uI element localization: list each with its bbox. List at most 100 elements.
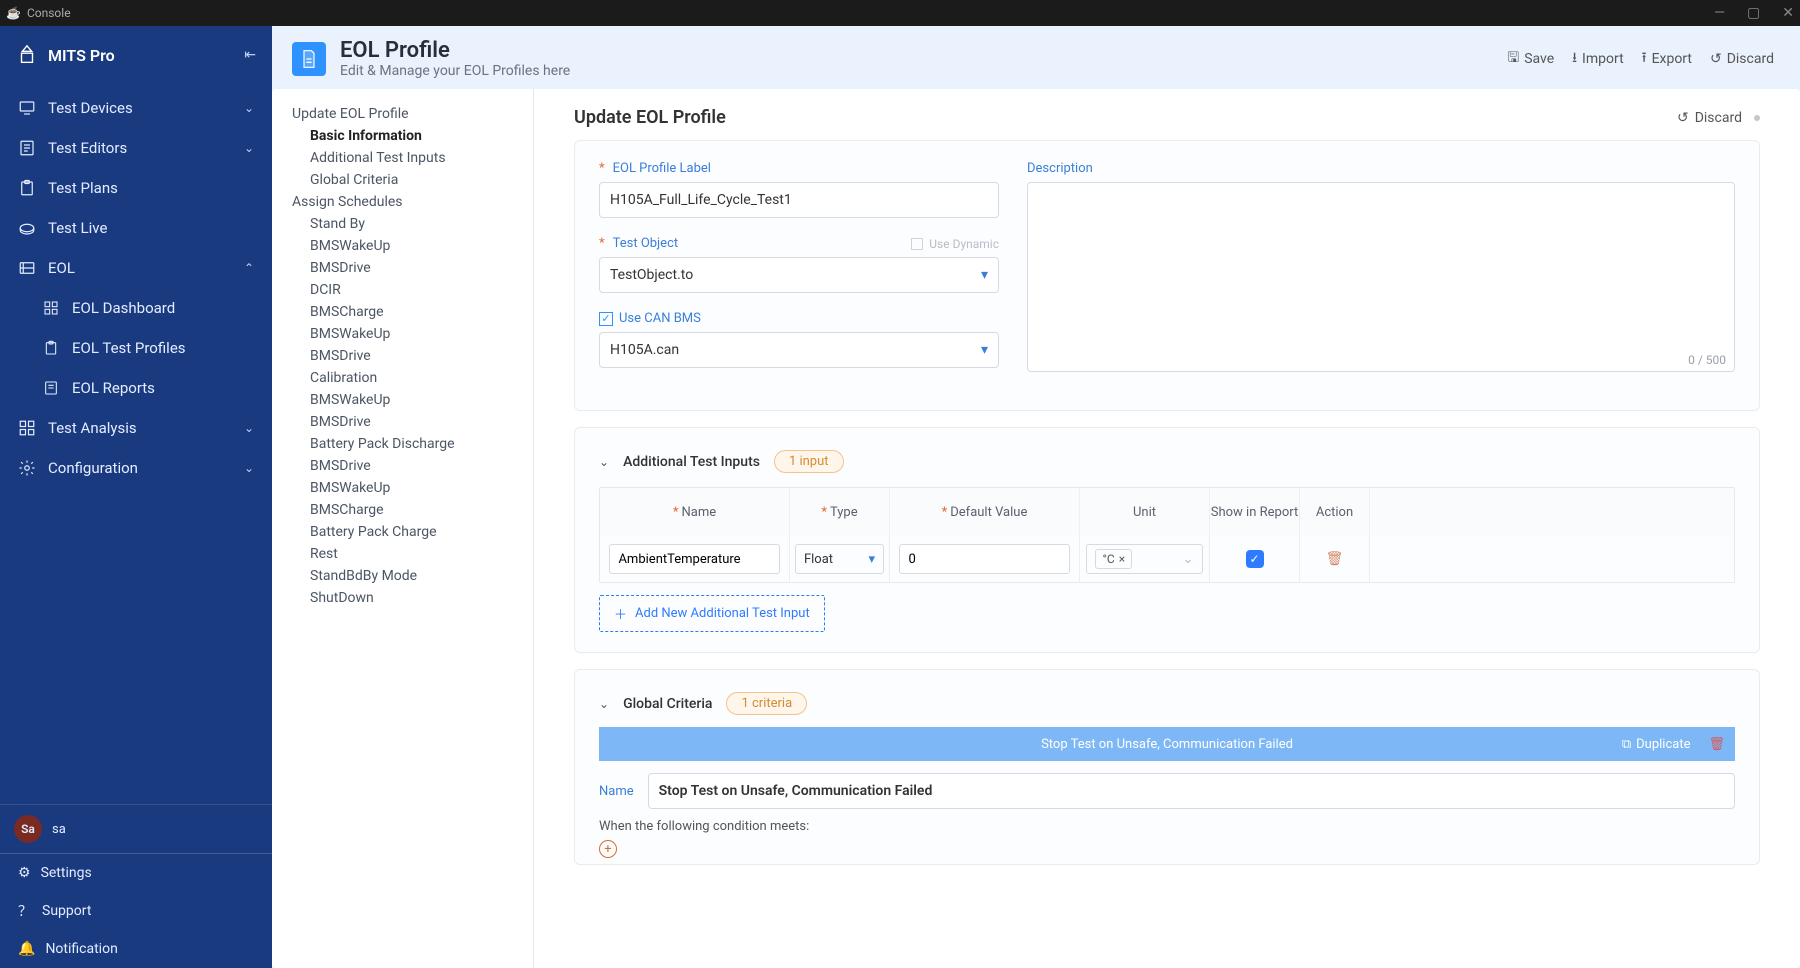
brand-name: MITS Pro xyxy=(48,46,115,65)
outline-item[interactable]: BMSWakeUp xyxy=(292,389,525,411)
outline-item[interactable]: BMSDrive xyxy=(292,257,525,279)
sidebar-footer: ⚙Settings ？Support 🔔Notification xyxy=(0,853,272,968)
footer-support[interactable]: ？Support xyxy=(0,892,272,930)
row-show-checkbox[interactable]: ✓ xyxy=(1246,550,1264,568)
outline-item[interactable]: Rest xyxy=(292,543,525,565)
label-description: Description xyxy=(1027,161,1735,176)
sidebar-item-eol-dashboard[interactable]: EOL Dashboard xyxy=(0,288,272,328)
sidebar-item-eol-test-profiles[interactable]: EOL Test Profiles xyxy=(0,328,272,368)
outline-item[interactable]: Calibration xyxy=(292,367,525,389)
chevron-down-icon: ⌄ xyxy=(244,141,254,155)
additional-inputs-section: ⌄ Additional Test Inputs 1 input Name Ty… xyxy=(574,427,1760,653)
chevron-down-icon: ⌄ xyxy=(244,421,254,435)
row-name-input[interactable] xyxy=(609,544,779,574)
editors-icon xyxy=(18,139,36,157)
row-type-select[interactable]: Float▾ xyxy=(795,544,884,574)
sidebar-item-test-devices[interactable]: Test Devices ⌄ xyxy=(0,88,272,128)
outline-item[interactable]: Battery Pack Discharge xyxy=(292,433,525,455)
devices-icon xyxy=(18,99,36,117)
import-button[interactable]: ⭳Import xyxy=(1572,47,1624,71)
use-dynamic-toggle[interactable]: Use Dynamic xyxy=(911,237,999,251)
global-criteria-section: ⌄ Global Criteria 1 criteria Stop Test o… xyxy=(574,669,1760,865)
outline-item[interactable]: BMSDrive xyxy=(292,455,525,477)
outline-item[interactable]: Battery Pack Charge xyxy=(292,521,525,543)
criteria-condition-text: When the following condition meets: xyxy=(599,819,1735,834)
outline-item[interactable]: Basic Information xyxy=(292,125,525,147)
outline-item[interactable]: BMSWakeUp xyxy=(292,477,525,499)
eol-profile-label-input[interactable] xyxy=(599,182,999,218)
outline-heading[interactable]: Assign Schedules xyxy=(292,191,525,213)
outline-item[interactable]: Additional Test Inputs xyxy=(292,147,525,169)
criteria-name-input[interactable] xyxy=(648,773,1735,809)
page-icon xyxy=(292,42,326,76)
add-additional-input-button[interactable]: ＋Add New Additional Test Input xyxy=(599,595,825,632)
collapse-sidebar-icon[interactable]: ⇤ xyxy=(244,47,256,63)
footer-notification[interactable]: 🔔Notification xyxy=(0,930,272,968)
gear-icon: ⚙ xyxy=(18,865,31,881)
chevron-down-icon[interactable]: ⌄ xyxy=(599,697,609,711)
sidebar-item-test-live[interactable]: Test Live xyxy=(0,208,272,248)
sidebar-item-eol[interactable]: EOL ⌃ xyxy=(0,248,272,288)
caret-down-icon: ⌄ xyxy=(1183,552,1194,567)
page-header: EOL Profile Edit & Manage your EOL Profi… xyxy=(272,26,1800,89)
maximize-icon[interactable]: ▢ xyxy=(1747,5,1760,21)
plus-icon: ＋ xyxy=(614,604,627,623)
chevron-down-icon[interactable]: ⌄ xyxy=(599,455,609,469)
use-can-bms-checkbox[interactable]: ✓Use CAN BMS xyxy=(599,311,999,326)
outline-heading[interactable]: Update EOL Profile xyxy=(292,103,525,125)
user-name: sa xyxy=(52,822,66,837)
panel-title: Additional Test Inputs xyxy=(623,454,760,470)
outline-item[interactable]: Stand By xyxy=(292,213,525,235)
save-button[interactable]: 🖫Save xyxy=(1507,47,1554,71)
import-icon: ⭳ xyxy=(1572,47,1577,71)
main: EOL Profile Edit & Manage your EOL Profi… xyxy=(272,26,1800,968)
nav: Test Devices ⌄ Test Editors ⌄ Test Plans… xyxy=(0,84,272,804)
col-unit: Unit xyxy=(1080,488,1210,536)
row-delete-button[interactable]: 🗑 xyxy=(1326,551,1344,567)
duplicate-button[interactable]: ⧉Duplicate xyxy=(1622,737,1691,752)
outline-item[interactable]: BMSWakeUp xyxy=(292,323,525,345)
sidebar-item-test-editors[interactable]: Test Editors ⌄ xyxy=(0,128,272,168)
window-title: Console xyxy=(27,6,71,20)
sidebar-item-eol-reports[interactable]: EOL Reports xyxy=(0,368,272,408)
criteria-bar[interactable]: Stop Test on Unsafe, Communication Faile… xyxy=(599,727,1735,761)
reports-icon xyxy=(42,379,60,397)
outline-item[interactable]: BMSWakeUp xyxy=(292,235,525,257)
export-icon: ⭱ xyxy=(1642,47,1647,71)
minimize-icon[interactable]: — xyxy=(1714,5,1725,21)
form-discard-button[interactable]: ↺Discard xyxy=(1677,110,1742,126)
discard-button[interactable]: ↺Discard xyxy=(1710,51,1774,67)
table-row: Float▾ °C×⌄ ✓ 🗑 xyxy=(600,536,1734,582)
caret-down-icon: ▾ xyxy=(981,342,988,358)
panel-title: Global Criteria xyxy=(623,696,712,712)
outline-item[interactable]: BMSCharge xyxy=(292,499,525,521)
sidebar-item-test-analysis[interactable]: Test Analysis ⌄ xyxy=(0,408,272,448)
description-textarea[interactable]: 0 / 500 xyxy=(1027,182,1735,372)
row-unit-select[interactable]: °C×⌄ xyxy=(1086,544,1202,574)
criteria-count-badge: 1 criteria xyxy=(726,692,807,715)
outline-item[interactable]: StandBdBy Mode xyxy=(292,565,525,587)
close-icon[interactable]: ✕ xyxy=(1782,5,1794,21)
remove-chip-icon[interactable]: × xyxy=(1119,552,1125,566)
label-test-object: Test Object xyxy=(599,236,678,251)
outline-item[interactable]: Global Criteria xyxy=(292,169,525,191)
row-default-input[interactable] xyxy=(899,544,1069,574)
outline-item[interactable]: DCIR xyxy=(292,279,525,301)
sidebar-item-configuration[interactable]: Configuration ⌄ xyxy=(0,448,272,488)
footer-settings[interactable]: ⚙Settings xyxy=(0,854,272,892)
add-condition-button[interactable]: + xyxy=(599,840,617,858)
brand-row: MITS Pro ⇤ xyxy=(0,26,272,84)
outline-item[interactable]: ShutDown xyxy=(292,587,525,609)
outline-item[interactable]: BMSCharge xyxy=(292,301,525,323)
export-button[interactable]: ⭱Export xyxy=(1642,47,1692,71)
sidebar-item-test-plans[interactable]: Test Plans xyxy=(0,168,272,208)
page-subtitle: Edit & Manage your EOL Profiles here xyxy=(340,63,570,79)
outline-item[interactable]: BMSDrive xyxy=(292,411,525,433)
delete-criteria-button[interactable]: 🗑 xyxy=(1708,737,1725,752)
test-object-select[interactable]: TestObject.to▾ xyxy=(599,257,999,293)
user-block[interactable]: Sa sa xyxy=(0,804,272,853)
outline-item[interactable]: BMSDrive xyxy=(292,345,525,367)
java-icon: ☕ xyxy=(6,6,21,20)
caret-down-icon: ▾ xyxy=(981,267,988,283)
can-file-select[interactable]: H105A.can▾ xyxy=(599,332,999,368)
